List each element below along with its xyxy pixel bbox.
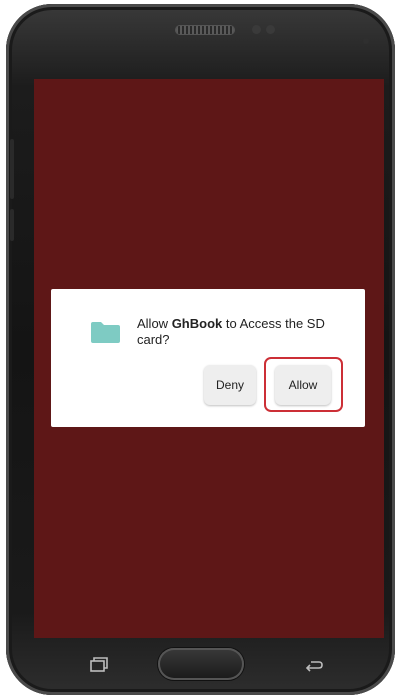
recent-apps-icon	[90, 657, 108, 672]
back-button[interactable]	[302, 654, 324, 676]
message-prefix: Allow	[137, 316, 172, 331]
light-sensor	[266, 25, 275, 34]
side-key	[10, 209, 14, 241]
recent-apps-button[interactable]	[88, 654, 110, 676]
back-icon	[305, 661, 323, 672]
proximity-sensor	[252, 25, 261, 34]
volume-key	[10, 139, 14, 199]
front-camera	[363, 38, 369, 44]
home-button[interactable]	[158, 648, 244, 680]
app-name: GhBook	[171, 316, 223, 331]
earpiece-speaker	[176, 26, 234, 34]
app-screen: Allow GhBook to Access the SD card? Deny…	[34, 79, 384, 638]
deny-button[interactable]: Deny	[204, 365, 256, 405]
dialog-message: Allow GhBook to Access the SD card?	[137, 316, 337, 348]
permission-dialog: Allow GhBook to Access the SD card? Deny…	[51, 289, 365, 427]
allow-button[interactable]: Allow	[275, 365, 331, 405]
folder-icon	[91, 322, 120, 343]
